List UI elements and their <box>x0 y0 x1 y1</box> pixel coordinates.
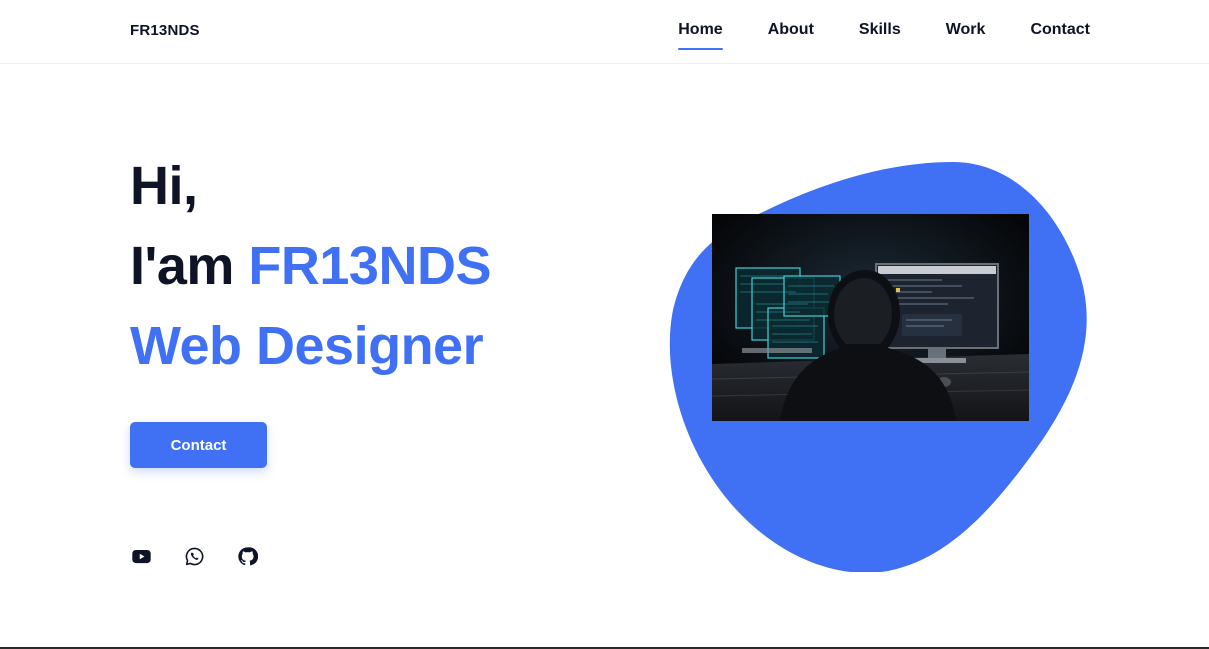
logo[interactable]: FR13NDS <box>130 22 200 39</box>
nav-skills[interactable]: Skills <box>859 20 901 50</box>
github-icon[interactable] <box>237 546 259 567</box>
youtube-icon[interactable] <box>131 546 152 567</box>
social-links <box>131 546 259 567</box>
nav-work[interactable]: Work <box>946 20 986 50</box>
hero-role: Web Designer <box>130 316 484 376</box>
hero-name: FR13NDS <box>248 236 491 296</box>
main-nav: Home About Skills Work Contact <box>678 20 1090 50</box>
page: FR13NDS Home About Skills Work Contact H… <box>0 0 1209 649</box>
hero-image <box>712 214 1029 421</box>
nav-home[interactable]: Home <box>678 20 724 50</box>
contact-button[interactable]: Contact <box>130 422 267 468</box>
hero-intro-prefix: I'am <box>130 236 234 296</box>
nav-contact[interactable]: Contact <box>1030 20 1090 50</box>
hero-greeting: Hi, <box>130 156 198 216</box>
hacker-desk-illustration <box>712 214 1029 421</box>
hero-intro: I'am FR13NDS <box>130 236 491 296</box>
whatsapp-icon[interactable] <box>184 546 205 567</box>
site-header: FR13NDS Home About Skills Work Contact <box>0 0 1209 64</box>
nav-about[interactable]: About <box>768 20 814 50</box>
